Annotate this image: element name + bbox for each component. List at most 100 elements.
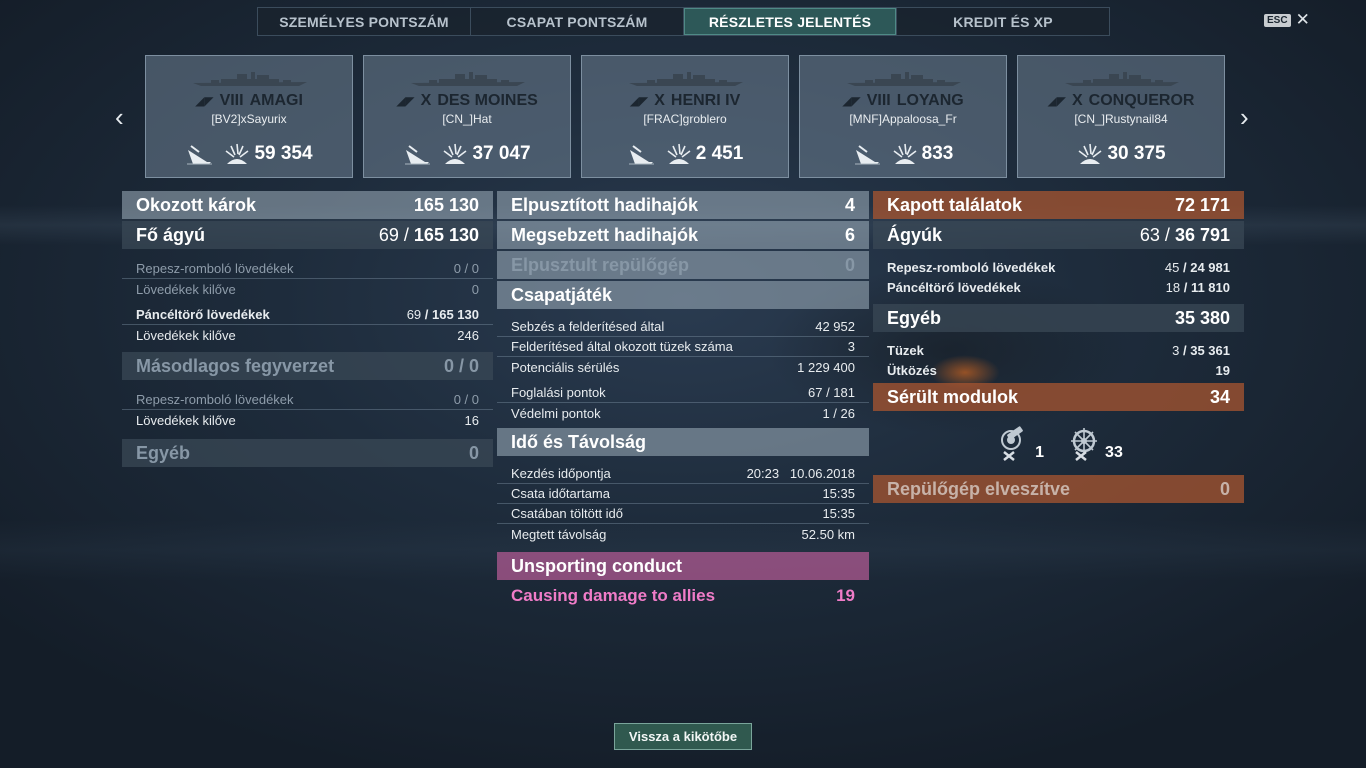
team-row: Felderítésed által okozott tüzek száma 3 — [497, 337, 869, 357]
secondary-header: Másodlagos fegyverzet 0 / 0 — [122, 352, 493, 380]
ship-card-stats: 59 354 — [146, 142, 352, 166]
ship-class-icon: ◢◤ — [396, 94, 415, 108]
received-other-value: 35 380 — [1174, 307, 1230, 328]
ship-silhouette-icon — [193, 72, 307, 86]
ship-tier: VIII — [866, 92, 891, 109]
allies-damage-label: Causing damage to allies — [511, 586, 716, 605]
guns-value: 36 791 — [1174, 224, 1230, 245]
ap-shells-row: Páncéltörő lövedékek 69 / 165 130 — [122, 305, 493, 325]
damaged-modules-icons: 1 33 — [873, 413, 1244, 467]
team-row-label: Sebzés a felderítésed által — [511, 319, 665, 334]
team-row-label: Felderítésed által okozott tüzek száma — [511, 339, 733, 354]
sunk-ship-icon — [628, 145, 654, 165]
team-row: Védelmi pontok 1 / 26 — [497, 403, 869, 423]
hits-received-label: Kapott találatok — [887, 194, 1023, 215]
allies-damage-row: Causing damage to allies 19 — [497, 582, 869, 610]
damaged-modules-value: 34 — [1209, 386, 1230, 407]
secondary-label: Másodlagos fegyverzet — [136, 355, 335, 376]
received-he-value: 24 981 — [1190, 259, 1230, 275]
received-ap-row: Páncéltörő lövedékek 18 / 11 810 — [887, 279, 1230, 295]
hits-received-panel: Kapott találatok 72 171 Ágyúk 63 / 36 79… — [873, 191, 1244, 505]
fires-row: Tüzek 3 / 35 361 — [887, 342, 1230, 358]
player-name: [BV2]xSayurix — [211, 112, 287, 126]
ship-card[interactable]: ◢◤ VIII AMAGI [BV2]xSayurix 59 354 — [145, 55, 353, 178]
time-row: Csatában töltött idő 15:35 — [497, 504, 869, 524]
ship-card[interactable]: ◢◤ X CONQUEROR [CN_]Rustynail84 30 375 — [1017, 55, 1225, 178]
ap-fired-label: Lövedékek kilőve — [136, 327, 236, 343]
time-row: Megtett távolság 52.50 km — [497, 524, 869, 544]
team-row-value: 3 — [847, 339, 855, 354]
damaged-ships-header: Megsebzett hadihajók 6 — [497, 221, 869, 249]
ship-damage-value: 833 — [921, 143, 954, 164]
damaged-ships-value: 6 — [844, 224, 855, 245]
team-row: Potenciális sérülés 1 229 400 — [497, 357, 869, 377]
ship-name: ◢◤ X CONQUEROR — [1018, 92, 1224, 110]
planes-lost-value: 0 — [1219, 478, 1230, 499]
player-name: [CN_]Rustynail84 — [1074, 112, 1168, 126]
damage-caused-value: 165 130 — [413, 194, 479, 215]
ship-damage-value: 37 047 — [472, 143, 531, 164]
ship-tier: X — [420, 92, 432, 109]
player-name: [MNF]Appaloosa_Fr — [849, 112, 957, 126]
guns-hits: 63 — [1139, 224, 1160, 245]
back-to-port-button[interactable]: Vissza a kikötőbe — [614, 723, 752, 750]
chevron-left-icon[interactable]: ‹ — [115, 104, 124, 130]
main-battery-hits: 69 — [378, 224, 399, 245]
team-row: Sebzés a felderítésed által 42 952 — [497, 317, 869, 337]
close-button[interactable]: ESC ✕ — [1264, 11, 1310, 28]
sec-he-value: 0 / 0 — [453, 392, 479, 407]
he-shells-label: Repesz-romboló lövedékek — [136, 261, 294, 276]
time-row-label: Kezdés időpontja — [511, 466, 611, 481]
damage-icon — [667, 143, 691, 164]
he-fired-row: Lövedékek kilőve 0 — [122, 279, 493, 299]
ship-name: ◢◤ VIII LOYANG — [800, 92, 1006, 110]
chevron-right-icon[interactable]: › — [1240, 104, 1249, 130]
ship-damage-value: 59 354 — [254, 143, 313, 164]
time-row-label: Megtett távolság — [511, 526, 607, 542]
damage-caused-header: Okozott károk 165 130 — [122, 191, 493, 219]
damaged-ships-label: Megsebzett hadihajók — [511, 224, 699, 245]
time-row-label: Csatában töltött idő — [511, 506, 624, 521]
tab-personal-score[interactable]: SZEMÉLYES PONTSZÁM — [258, 8, 471, 35]
sec-fired-label: Lövedékek kilőve — [136, 412, 236, 428]
tab-team-score[interactable]: CSAPAT PONTSZÁM — [471, 8, 684, 35]
time-row-label: Csata időtartama — [511, 486, 610, 501]
secondary-value: 0 / 0 — [443, 355, 479, 376]
received-other-label: Egyéb — [887, 307, 942, 328]
gun-module-count: 1 — [1035, 444, 1045, 461]
ship-class-icon: ◢◤ — [629, 94, 649, 108]
ship-card-stats: 2 451 — [582, 142, 788, 166]
ship-name: ◢◤ X HENRI IV — [582, 92, 788, 110]
ap-fired-value: 246 — [457, 327, 479, 343]
time-row: Csata időtartama 15:35 — [497, 484, 869, 504]
fires-label: Tüzek — [887, 342, 924, 358]
ship-damage-value: 2 451 — [695, 143, 744, 164]
ship-card[interactable]: ◢◤ VIII LOYANG [MNF]Appaloosa_Fr 833 — [799, 55, 1007, 178]
tab-credits-xp[interactable]: KREDIT ÉS XP — [897, 8, 1109, 35]
time-row-value: 20:23 10.06.2018 — [746, 466, 855, 481]
ship-card[interactable]: ◢◤ X DES MOINES [CN_]Hat 37 047 — [363, 55, 571, 178]
team-row-label: Védelmi pontok — [511, 405, 601, 421]
ship-tier: X — [654, 92, 665, 109]
damaged-modules-header: Sérült modulok 34 — [873, 383, 1244, 411]
ship-silhouette-icon — [847, 72, 961, 86]
close-icon[interactable]: ✕ — [1296, 11, 1310, 28]
ship-card[interactable]: ◢◤ X HENRI IV [FRAC]groblero 2 451 — [581, 55, 789, 178]
ship-tier: X — [1072, 92, 1083, 109]
ship-damage-value: 30 375 — [1107, 143, 1166, 164]
team-row-value: 42 952 — [815, 319, 855, 334]
guns-header: Ágyúk 63 / 36 791 — [873, 221, 1244, 249]
ship-card-stats: 30 375 — [1018, 142, 1224, 166]
ship-name-label: DES MOINES — [437, 92, 538, 109]
ship-name-label: HENRI IV — [670, 92, 741, 109]
team-row: Foglalási pontok 67 / 181 — [497, 383, 869, 403]
received-he-hits: 45 — [1164, 259, 1180, 275]
hits-received-header: Kapott találatok 72 171 — [873, 191, 1244, 219]
time-row: Kezdés időpontja 20:23 10.06.2018 — [497, 464, 869, 484]
main-battery-header: Fő ágyú 69 / 165 130 — [122, 221, 493, 249]
destroyed-ships-value: 4 — [844, 194, 855, 215]
ship-card-stats: 833 — [800, 142, 1006, 166]
received-other-header: Egyéb 35 380 — [873, 304, 1244, 332]
tab-detailed-report[interactable]: RÉSZLETES JELENTÉS — [684, 8, 897, 35]
team-row-value: 67 / 181 — [808, 385, 855, 400]
